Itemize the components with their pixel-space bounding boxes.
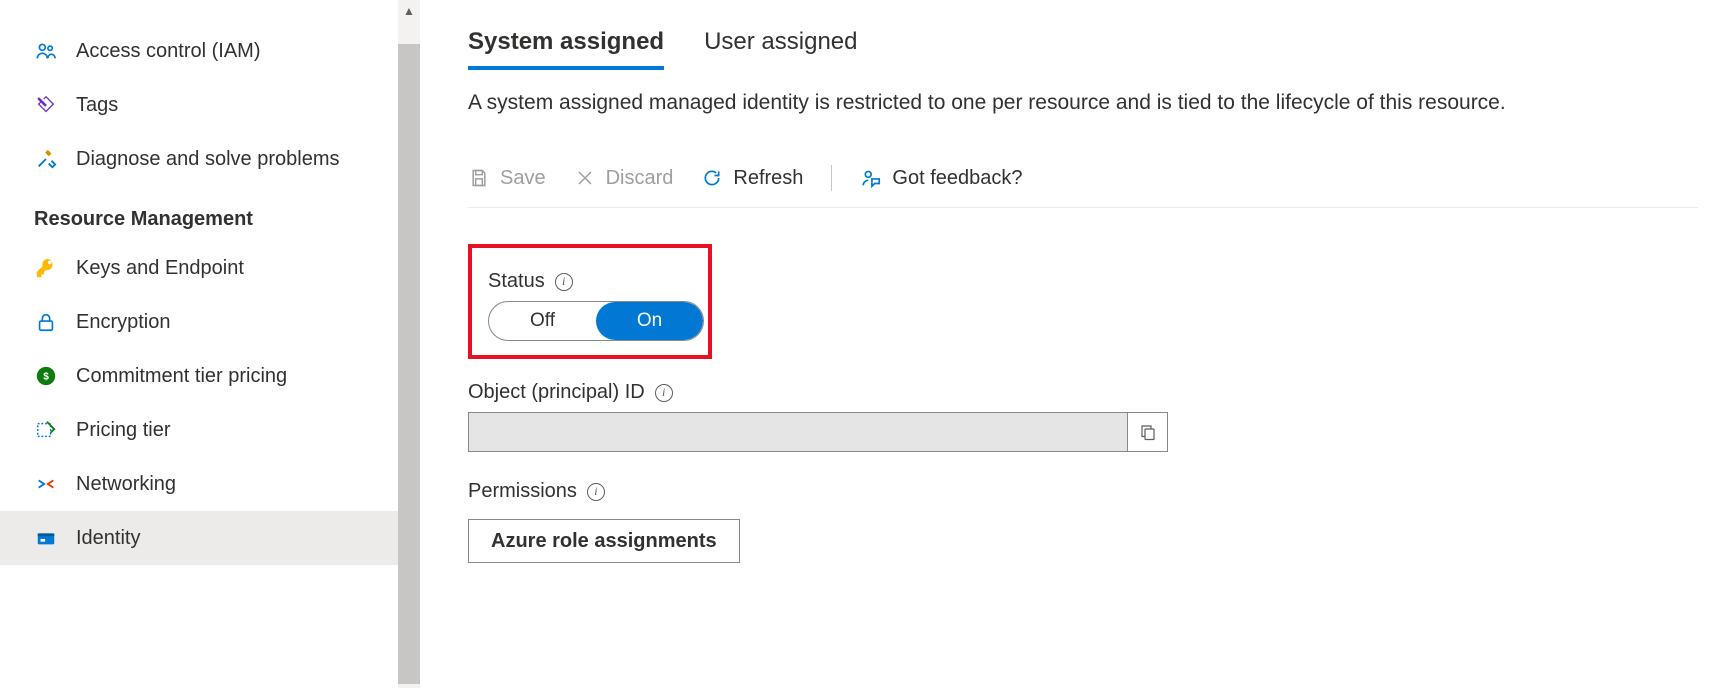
save-button[interactable]: Save xyxy=(468,167,546,190)
status-highlight: Status i Off On xyxy=(468,244,712,359)
azure-role-assignments-button[interactable]: Azure role assignments xyxy=(468,519,740,563)
tag-icon xyxy=(34,93,58,117)
object-id-section: Object (principal) ID i xyxy=(468,381,1720,452)
permissions-section: Permissions i Azure role assignments xyxy=(468,480,1720,563)
object-id-label-row: Object (principal) ID i xyxy=(468,381,1720,404)
identity-icon xyxy=(34,526,58,550)
sidebar: ▲ Access control (IAM) Tags xyxy=(0,0,420,688)
copy-button[interactable] xyxy=(1127,413,1167,451)
feedback-label: Got feedback? xyxy=(892,167,1022,190)
object-id-input[interactable] xyxy=(469,413,1127,451)
feedback-button[interactable]: Got feedback? xyxy=(860,167,1022,190)
sidebar-item-keys[interactable]: Keys and Endpoint xyxy=(0,241,398,295)
sidebar-item-diagnose[interactable]: Diagnose and solve problems xyxy=(0,132,398,186)
tools-icon xyxy=(34,147,58,171)
sidebar-item-label: Tags xyxy=(76,94,118,117)
refresh-button[interactable]: Refresh xyxy=(701,167,803,190)
permissions-label-row: Permissions i xyxy=(468,480,1720,503)
sidebar-item-pricing-tier[interactable]: Pricing tier xyxy=(0,403,398,457)
feedback-icon xyxy=(860,167,882,189)
command-bar: Save Discard Refresh Got feedback? xyxy=(468,165,1698,208)
key-icon xyxy=(34,256,58,280)
sidebar-item-label: Identity xyxy=(76,527,140,550)
status-toggle[interactable]: Off On xyxy=(488,301,704,341)
sidebar-item-identity[interactable]: Identity xyxy=(0,511,398,565)
networking-icon xyxy=(34,472,58,496)
discard-button[interactable]: Discard xyxy=(574,167,674,190)
sidebar-item-label: Commitment tier pricing xyxy=(76,365,287,388)
info-icon[interactable]: i xyxy=(655,384,673,402)
sidebar-item-label: Keys and Endpoint xyxy=(76,257,244,280)
copy-icon xyxy=(1139,423,1157,441)
pricing-tier-icon xyxy=(34,418,58,442)
object-id-field-wrap xyxy=(468,412,1168,452)
scrollbar-up-arrow[interactable]: ▲ xyxy=(398,0,420,22)
tab-user-assigned[interactable]: User assigned xyxy=(704,28,857,70)
identity-tabs: System assigned User assigned xyxy=(468,28,1720,70)
info-icon[interactable]: i xyxy=(587,483,605,501)
close-icon xyxy=(574,167,596,189)
object-id-label: Object (principal) ID xyxy=(468,381,645,404)
sidebar-item-label: Networking xyxy=(76,473,176,496)
people-icon xyxy=(34,39,58,63)
status-toggle-on[interactable]: On xyxy=(596,302,703,340)
refresh-label: Refresh xyxy=(733,167,803,190)
sidebar-item-networking[interactable]: Networking xyxy=(0,457,398,511)
sidebar-item-encryption[interactable]: Encryption xyxy=(0,295,398,349)
svg-text:$: $ xyxy=(43,372,49,383)
scrollbar-thumb[interactable] xyxy=(398,44,420,684)
save-icon xyxy=(468,167,490,189)
sidebar-item-tags[interactable]: Tags xyxy=(0,78,398,132)
sidebar-section-header: Resource Management xyxy=(0,186,398,241)
tab-description: A system assigned managed identity is re… xyxy=(468,88,1720,117)
sidebar-item-label: Access control (IAM) xyxy=(76,40,260,63)
toolbar-separator xyxy=(831,165,832,191)
refresh-icon xyxy=(701,167,723,189)
commitment-icon: $ xyxy=(34,364,58,388)
status-label-row: Status i xyxy=(488,270,692,293)
tab-system-assigned[interactable]: System assigned xyxy=(468,28,664,70)
lock-icon xyxy=(34,310,58,334)
status-toggle-off[interactable]: Off xyxy=(489,302,596,340)
sidebar-item-label: Diagnose and solve problems xyxy=(76,148,340,171)
sidebar-item-label: Encryption xyxy=(76,311,171,334)
discard-label: Discard xyxy=(606,167,674,190)
main-content: System assigned User assigned A system a… xyxy=(420,0,1720,688)
save-label: Save xyxy=(500,167,546,190)
sidebar-item-commitment[interactable]: $ Commitment tier pricing xyxy=(0,349,398,403)
info-icon[interactable]: i xyxy=(555,273,573,291)
permissions-label: Permissions xyxy=(468,480,577,503)
sidebar-item-access-control[interactable]: Access control (IAM) xyxy=(0,24,398,78)
sidebar-item-label: Pricing tier xyxy=(76,419,170,442)
status-label: Status xyxy=(488,270,545,293)
